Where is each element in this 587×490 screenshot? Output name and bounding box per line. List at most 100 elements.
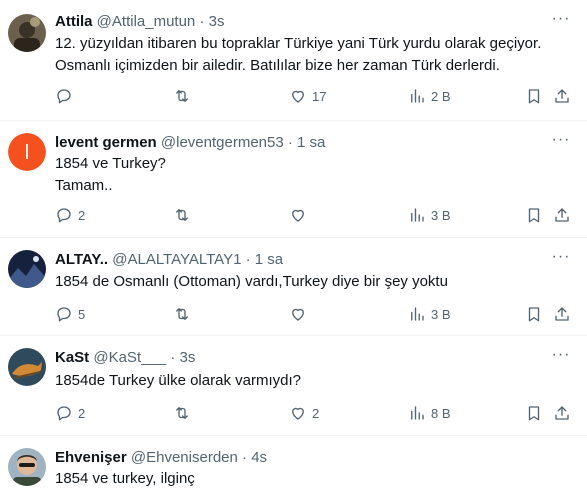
avatar[interactable]: [8, 448, 46, 486]
bookmark-icon: [528, 406, 540, 421]
tweet-text: 1854de Turkey ülke olarak varmıydı?: [55, 372, 301, 389]
bookmark-icon: [528, 208, 540, 223]
reply-icon: [57, 89, 71, 104]
retweet-icon: [176, 308, 188, 320]
share-button[interactable]: [553, 86, 571, 106]
display-name[interactable]: levent germen: [55, 134, 157, 151]
tweet-text: 1854 ve Turkey? Tamam..: [55, 155, 166, 194]
views-button[interactable]: 3 B: [408, 205, 451, 225]
user-handle[interactable]: @leventgermen53: [161, 134, 284, 151]
retweet-icon: [176, 90, 188, 102]
timestamp[interactable]: 3s: [179, 349, 195, 366]
views-icon: [411, 406, 424, 420]
share-icon: [555, 89, 569, 103]
tweet[interactable]: ALTAY.. @ALALTAYALTAY1 · 1 sa ··· 1854 d…: [0, 238, 587, 336]
tweet-actions: 17 2 B: [55, 86, 587, 106]
reply-icon: [57, 307, 71, 322]
timestamp[interactable]: 3s: [209, 13, 225, 30]
retweet-button[interactable]: [173, 86, 196, 106]
user-handle[interactable]: @KaSt___: [93, 349, 166, 366]
reply-button[interactable]: 5: [55, 304, 85, 324]
views-button[interactable]: 3 B: [408, 304, 451, 324]
avatar[interactable]: [8, 348, 46, 386]
like-button[interactable]: [289, 205, 312, 225]
display-name[interactable]: Attila: [55, 13, 93, 30]
bookmark-button[interactable]: [525, 86, 543, 106]
user-handle[interactable]: @ALALTAYALTAY1: [112, 251, 241, 268]
tweet-header: Attila @Attila_mutun · 3s: [55, 12, 547, 32]
display-name[interactable]: ALTAY..: [55, 251, 108, 268]
retweet-icon: [176, 209, 188, 221]
more-icon[interactable]: ···: [551, 11, 571, 32]
bookmark-button[interactable]: [525, 205, 543, 225]
retweet-button[interactable]: [173, 205, 196, 225]
reply-icon: [57, 406, 71, 421]
timestamp[interactable]: 1 sa: [255, 251, 283, 268]
separator-dot: ·: [287, 134, 293, 151]
separator-dot: ·: [242, 449, 248, 466]
reply-count: 5: [78, 306, 86, 322]
display-name[interactable]: Ehvenişer: [55, 449, 127, 466]
tweet[interactable]: Attila @Attila_mutun · 3s ··· 12. yüzyıl…: [0, 0, 587, 121]
retweet-button[interactable]: [173, 403, 196, 423]
heart-icon: [292, 407, 304, 420]
share-icon: [555, 208, 569, 222]
retweet-button[interactable]: [173, 304, 196, 324]
more-icon[interactable]: ···: [551, 347, 571, 368]
avatar[interactable]: l: [8, 133, 46, 171]
bookmark-button[interactable]: [525, 403, 543, 423]
views-icon: [411, 307, 424, 321]
heart-icon: [292, 308, 304, 321]
views-count: 8 B: [431, 405, 451, 421]
tweet-header: ALTAY.. @ALALTAYALTAY1 · 1 sa: [55, 250, 547, 270]
reply-icon: [57, 208, 71, 223]
reply-count: 2: [78, 405, 86, 421]
timestamp[interactable]: 4s: [251, 449, 267, 466]
like-button[interactable]: [289, 304, 312, 324]
like-count: 17: [312, 88, 327, 104]
tweet-text: 1854 de Osmanlı (Ottoman) vardı,Turkey d…: [55, 273, 448, 290]
bookmark-button[interactable]: [525, 304, 543, 324]
heart-icon: [292, 209, 304, 222]
reply-button[interactable]: 2: [55, 205, 85, 225]
avatar[interactable]: [8, 14, 46, 52]
tweet-header: KaSt @KaSt___ · 3s: [55, 348, 547, 368]
share-button[interactable]: [553, 205, 571, 225]
like-button[interactable]: 17: [289, 86, 326, 106]
user-handle[interactable]: @Ehveniserden: [131, 449, 238, 466]
separator-dot: ·: [199, 13, 205, 30]
tweet[interactable]: Ehvenişer @Ehveniserden · 4s 1854 ve tur…: [0, 436, 587, 489]
reply-button[interactable]: [55, 86, 78, 106]
reply-button[interactable]: 2: [55, 403, 85, 423]
views-button[interactable]: 2 B: [408, 86, 451, 106]
bookmark-icon: [528, 89, 540, 104]
tweet-actions: 5 3 B: [55, 304, 587, 324]
share-icon: [555, 307, 569, 321]
avatar-letter: l: [25, 142, 29, 164]
views-button[interactable]: 8 B: [408, 403, 451, 423]
separator-dot: ·: [245, 251, 251, 268]
views-count: 3 B: [431, 207, 451, 223]
display-name[interactable]: KaSt: [55, 349, 89, 366]
like-button[interactable]: 2: [289, 403, 319, 423]
timestamp[interactable]: 1 sa: [297, 134, 325, 151]
tweet-header: levent germen @leventgermen53 · 1 sa: [55, 133, 547, 153]
user-handle[interactable]: @Attila_mutun: [97, 13, 196, 30]
more-icon[interactable]: ···: [551, 132, 571, 153]
views-icon: [411, 89, 424, 103]
tweet-actions: 2 2 8 B: [55, 403, 587, 423]
tweet[interactable]: KaSt @KaSt___ · 3s ··· 1854de Turkey ülk…: [0, 336, 587, 436]
more-icon[interactable]: ···: [551, 249, 571, 270]
views-count: 3 B: [431, 306, 451, 322]
separator-dot: ·: [170, 349, 176, 366]
tweet-header: Ehvenişer @Ehveniserden · 4s: [55, 448, 547, 468]
bookmark-icon: [528, 307, 540, 322]
share-button[interactable]: [553, 403, 571, 423]
share-icon: [555, 406, 569, 420]
tweet-actions: 2 3 B: [55, 205, 587, 225]
like-count: 2: [312, 405, 320, 421]
tweet[interactable]: l levent germen @leventgermen53 · 1 sa ·…: [0, 121, 587, 238]
reply-count: 2: [78, 207, 86, 223]
share-button[interactable]: [553, 304, 571, 324]
avatar[interactable]: [8, 250, 46, 288]
